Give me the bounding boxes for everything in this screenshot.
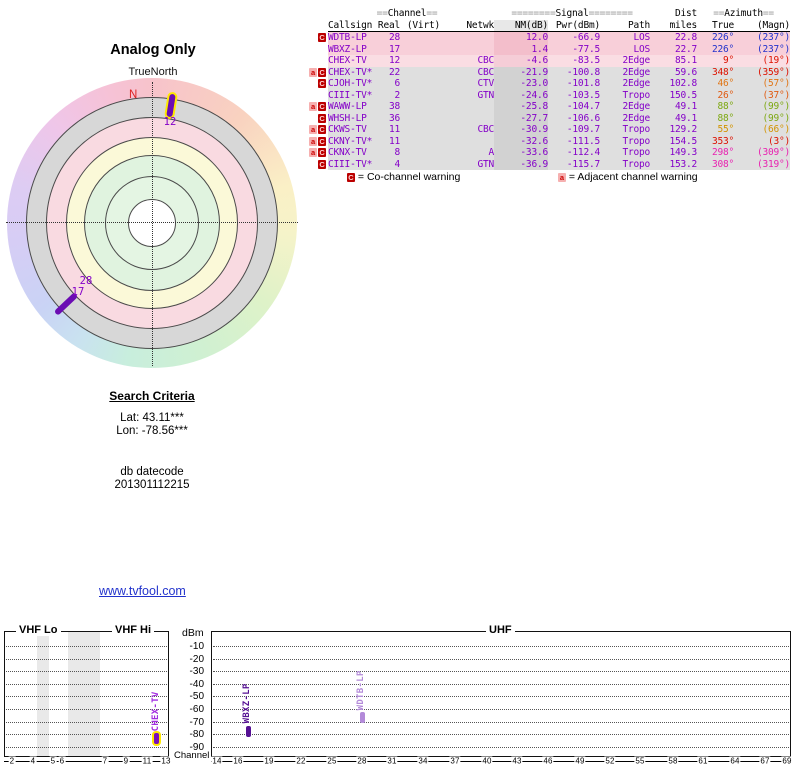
- channel-tick-label: 19: [263, 756, 275, 766]
- channel-tick-label: 25: [326, 756, 338, 766]
- grid-line: [6, 709, 167, 710]
- channel-tick-label: 43: [511, 756, 523, 766]
- dbm-tick-label: -10: [189, 641, 204, 652]
- channel-tick-label: 55: [634, 756, 646, 766]
- dbm-tick-label: -20: [189, 653, 204, 665]
- grid-line: [213, 646, 789, 647]
- channel-tick-label: 52: [604, 756, 616, 766]
- channel-tick-label: 13: [160, 756, 172, 766]
- signal-strength-marker: [359, 712, 365, 724]
- grid-line: [6, 721, 167, 723]
- grid-line: [6, 683, 167, 685]
- grid-line: [213, 709, 789, 710]
- channel-tick-label: 2: [8, 756, 16, 766]
- tvfool-report-page: Analog Only TrueNorth 12 28 17 N ==Channel…: [0, 0, 800, 768]
- grid-line: [6, 734, 167, 736]
- channel-tick-label: 46: [542, 756, 554, 766]
- dbm-tick-label: -70: [189, 716, 204, 728]
- grid-line: [6, 696, 167, 698]
- grid-line: [6, 646, 167, 647]
- grid-line: [213, 696, 789, 698]
- dbm-tick-label: -50: [189, 691, 204, 703]
- grid-line: [6, 746, 167, 748]
- grid-line: [6, 658, 167, 660]
- band-label-vhf-lo: VHF Lo: [16, 624, 61, 636]
- channel-tick-label: 9: [122, 756, 130, 766]
- dbm-tick-label: -90: [189, 741, 204, 753]
- channel-tick-label: 11: [141, 756, 153, 766]
- grid-line: [213, 671, 789, 673]
- channel-tick-label: 5: [49, 756, 57, 766]
- channel-tick-label: 69: [781, 756, 793, 766]
- dbm-tick-label: -30: [189, 666, 204, 678]
- vhf-band-box: [4, 631, 169, 757]
- channel-tick-label: 58: [667, 756, 679, 766]
- channel-tick-label: 16: [232, 756, 244, 766]
- station-callsign-label: WDTB-LP: [356, 670, 366, 711]
- band-label-vhf-hi: VHF Hi: [112, 624, 155, 636]
- channel-tick-label: 28: [356, 756, 368, 766]
- channel-tick-label: 22: [295, 756, 307, 766]
- dbm-tick-label: -80: [189, 729, 204, 741]
- channel-tick-label: 7: [101, 756, 109, 766]
- channel-tick-label: 34: [417, 756, 429, 766]
- dbm-tick-label: -40: [189, 678, 204, 690]
- channel-tick-label: 49: [574, 756, 586, 766]
- channel-tick-label: 64: [729, 756, 741, 766]
- grid-line: [213, 721, 789, 723]
- uhf-band-box: [211, 631, 791, 757]
- grid-line: [213, 746, 789, 748]
- spectrum-chart: dBm Channel -10 -20 -30 -40 -50 -60 -70 -80 -90 V…: [0, 0, 800, 768]
- grid-line: [213, 658, 789, 660]
- channel-tick-label: 37: [449, 756, 461, 766]
- signal-strength-marker: [154, 733, 159, 745]
- station-callsign-label: CHEX-TV: [150, 691, 161, 732]
- channel-tick-label: 61: [697, 756, 709, 766]
- channel-tick-label: 6: [58, 756, 66, 766]
- channel-tick-label: 40: [481, 756, 493, 766]
- band-label-uhf: UHF: [486, 624, 515, 636]
- channel-tick-label: 67: [759, 756, 771, 766]
- channel-tick-label: 4: [29, 756, 37, 766]
- channel-tick-label: 31: [386, 756, 398, 766]
- grid-line: [213, 734, 789, 736]
- channel-tick-label: 14: [211, 756, 223, 766]
- grid-line: [213, 683, 789, 685]
- grid-line: [6, 671, 167, 673]
- station-callsign-label: WBXZ-LP: [242, 683, 253, 724]
- dbm-tick-label: -60: [189, 704, 204, 715]
- dbm-axis-label: dBm: [182, 627, 204, 639]
- signal-strength-marker: [245, 725, 251, 737]
